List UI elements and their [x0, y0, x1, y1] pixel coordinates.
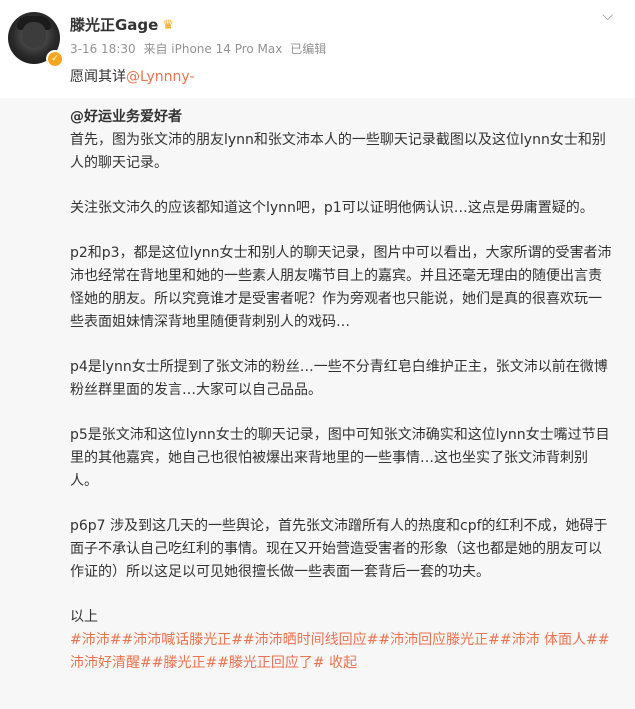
repost-paragraph: p6p7 涉及到这几天的一些舆论，首先张文沛蹭所有人的热度和cpf的红利不成，她… — [70, 518, 608, 580]
chevron-down-icon[interactable]: ⌵ — [602, 8, 613, 24]
repost-paragraph: p4是lynn女士所提到了张文沛的粉丝…一些不分青红皂白维护正主，张文沛以前在微… — [70, 359, 608, 398]
verified-badge-icon: ✓ — [46, 50, 64, 68]
mention-link[interactable]: @Lynnny- — [126, 69, 195, 85]
username[interactable]: 滕光正Gage — [70, 16, 158, 34]
repost-card: @好运业务爱好者 首先，图为张文沛的朋友lynn和张文沛本人的一些聊天记录截图以… — [0, 98, 635, 709]
post-text-body: 愿闻其详 — [70, 69, 126, 85]
post-time[interactable]: 3-16 18:30 — [70, 42, 136, 56]
hashtags-row: #沛沛##沛沛喊话滕光正##沛沛晒时间线回应##沛沛回应滕光正##沛沛 体面人#… — [70, 629, 615, 675]
post-text: 愿闻其详@Lynnny- — [70, 66, 195, 86]
repost-paragraph: 首先，图为张文沛的朋友lynn和张文沛本人的一些聊天记录截图以及这位lynn女士… — [70, 132, 606, 171]
avatar-face-shape — [22, 22, 46, 48]
post-header: ✓ 滕光正Gage ♛ 3-16 18:30 来自 iPhone 14 Pro M… — [0, 0, 635, 98]
repost-content: @好运业务爱好者 首先，图为张文沛的朋友lynn和张文沛本人的一些聊天记录截图以… — [70, 106, 615, 675]
post-meta: 3-16 18:30 来自 iPhone 14 Pro Max 已编辑 — [70, 40, 330, 57]
repost-paragraph: p5是张文沛和这位lynn女士的聊天记录，图中可知张文沛确实和这位lynn女士嘴… — [70, 427, 610, 489]
weibo-post: ✓ 滕光正Gage ♛ 3-16 18:30 来自 iPhone 14 Pro M… — [0, 0, 635, 709]
post-source: 来自 iPhone 14 Pro Max — [143, 42, 283, 56]
repost-paragraph: p2和p3，都是这位lynn女士和别人的聊天记录，图片中可以看出，大家所谓的受害… — [70, 245, 612, 330]
edited-label[interactable]: 已编辑 — [290, 42, 326, 56]
username-row: 滕光正Gage ♛ — [70, 14, 174, 35]
crown-icon: ♛ — [162, 18, 175, 33]
repost-closing: 以上 — [70, 609, 98, 625]
repost-author[interactable]: @好运业务爱好者 — [70, 106, 615, 129]
repost-paragraph: 关注张文沛久的应该都知道这个lynn吧，p1可以证明他俩认识…这点是毋庸置疑的。 — [70, 200, 594, 216]
collapse-link[interactable]: 收起 — [329, 655, 357, 671]
